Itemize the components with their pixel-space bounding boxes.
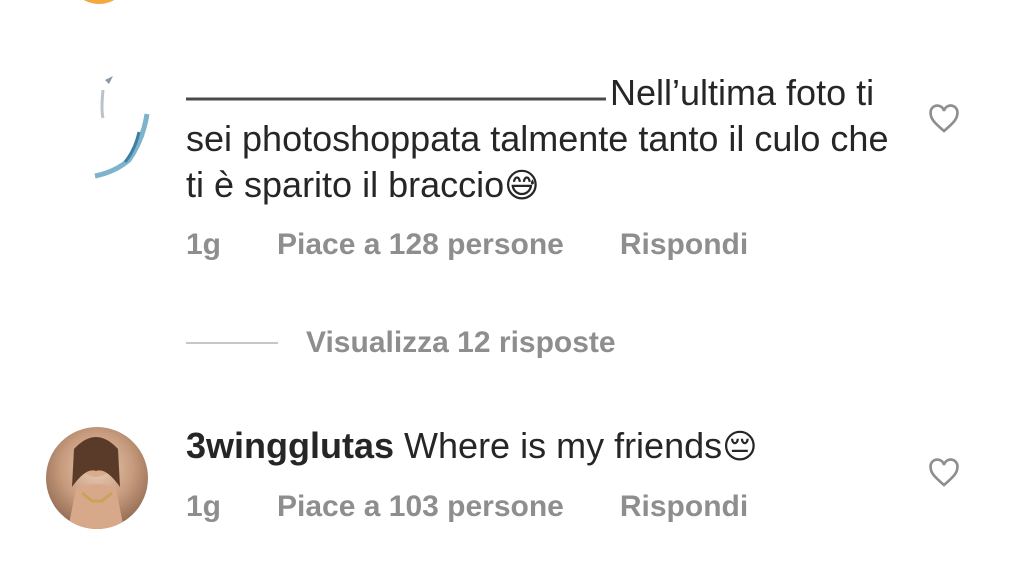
avatar[interactable] [46,427,148,529]
sweat-smile-emoji: 😅 [504,166,540,206]
view-replies-label[interactable]: Visualizza 12 risposte [306,326,616,360]
reply-button[interactable]: Rispondi [620,228,748,262]
redacted-username[interactable] [186,82,606,109]
view-replies[interactable]: Visualizza 12 risposte [186,326,616,360]
heart-outline-icon[interactable] [928,104,960,134]
comment-body: Where is my friends [404,425,723,466]
username[interactable]: 3wingglutas [186,425,394,466]
pensive-emoji: 😔 [722,427,758,467]
heart-outline-icon[interactable] [928,458,960,488]
replies-divider [186,342,278,344]
comment-time: 1g [186,490,222,523]
comment-meta: 1g Piace a 103 persone Rispondi [186,490,748,524]
previous-avatar[interactable] [68,0,130,4]
comment-meta: 1g Piace a 128 persone Rispondi [186,228,748,262]
like-count[interactable]: Piace a 128 persone [277,228,564,262]
reply-button[interactable]: Rispondi [620,490,748,524]
comment-time: 1g [186,228,222,261]
comment-text: 3wingglutas Where is my friends😔 [186,423,896,470]
like-count[interactable]: Piace a 103 persone [277,490,564,524]
comment-text: Nell’ultima foto ti sei photoshoppata ta… [186,70,896,209]
avatar[interactable] [85,70,157,180]
